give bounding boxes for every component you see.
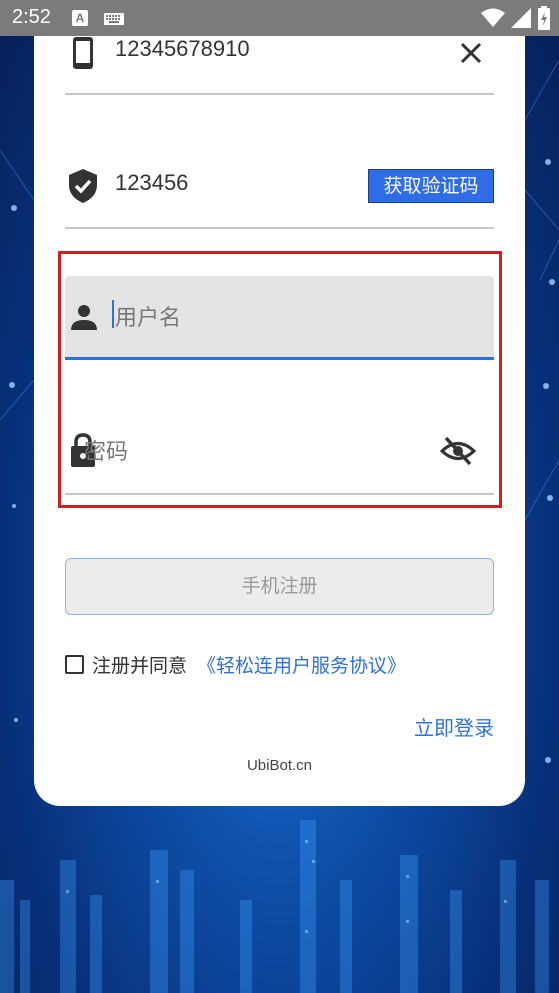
- code-divider: [65, 227, 494, 229]
- status-time: 2:52: [12, 6, 51, 28]
- shield-check-icon: [69, 169, 97, 203]
- highlight-box: [58, 251, 502, 508]
- phone-icon: [73, 37, 93, 69]
- agreement-row: 注册并同意 《轻松连用户服务协议》: [65, 650, 406, 678]
- status-icons: [481, 6, 551, 30]
- code-field[interactable]: 123456 获取验证码: [65, 164, 494, 230]
- login-link[interactable]: 立即登录: [414, 712, 494, 741]
- code-value[interactable]: 123456: [115, 170, 188, 196]
- phone-divider: [65, 93, 494, 95]
- agreement-link[interactable]: 《轻松连用户服务协议》: [197, 651, 406, 678]
- get-code-button[interactable]: 获取验证码: [368, 169, 494, 203]
- agreement-text: 注册并同意: [92, 654, 188, 677]
- close-icon[interactable]: [460, 42, 482, 64]
- site-label: UbiBot.cn: [246, 757, 313, 774]
- status-bar: 2:52 A: [0, 0, 559, 36]
- battery-icon: [538, 6, 550, 30]
- register-card: 12345678910 123456 获取验证码 用户名 密码 手机注册 注册并…: [34, 36, 525, 806]
- register-button[interactable]: 手机注册: [65, 558, 494, 615]
- agreement-checkbox[interactable]: [65, 654, 84, 674]
- wifi-icon: [481, 8, 505, 27]
- register-screen: 2:52 A 12345678910 123456 获取验证码 用户名 密码 手…: [0, 0, 559, 993]
- signal-icon: [511, 8, 531, 28]
- notification-a-icon: A: [72, 10, 88, 26]
- keyboard-icon: [104, 13, 124, 25]
- phone-value[interactable]: 12345678910: [115, 36, 250, 62]
- phone-field[interactable]: 12345678910: [65, 36, 494, 96]
